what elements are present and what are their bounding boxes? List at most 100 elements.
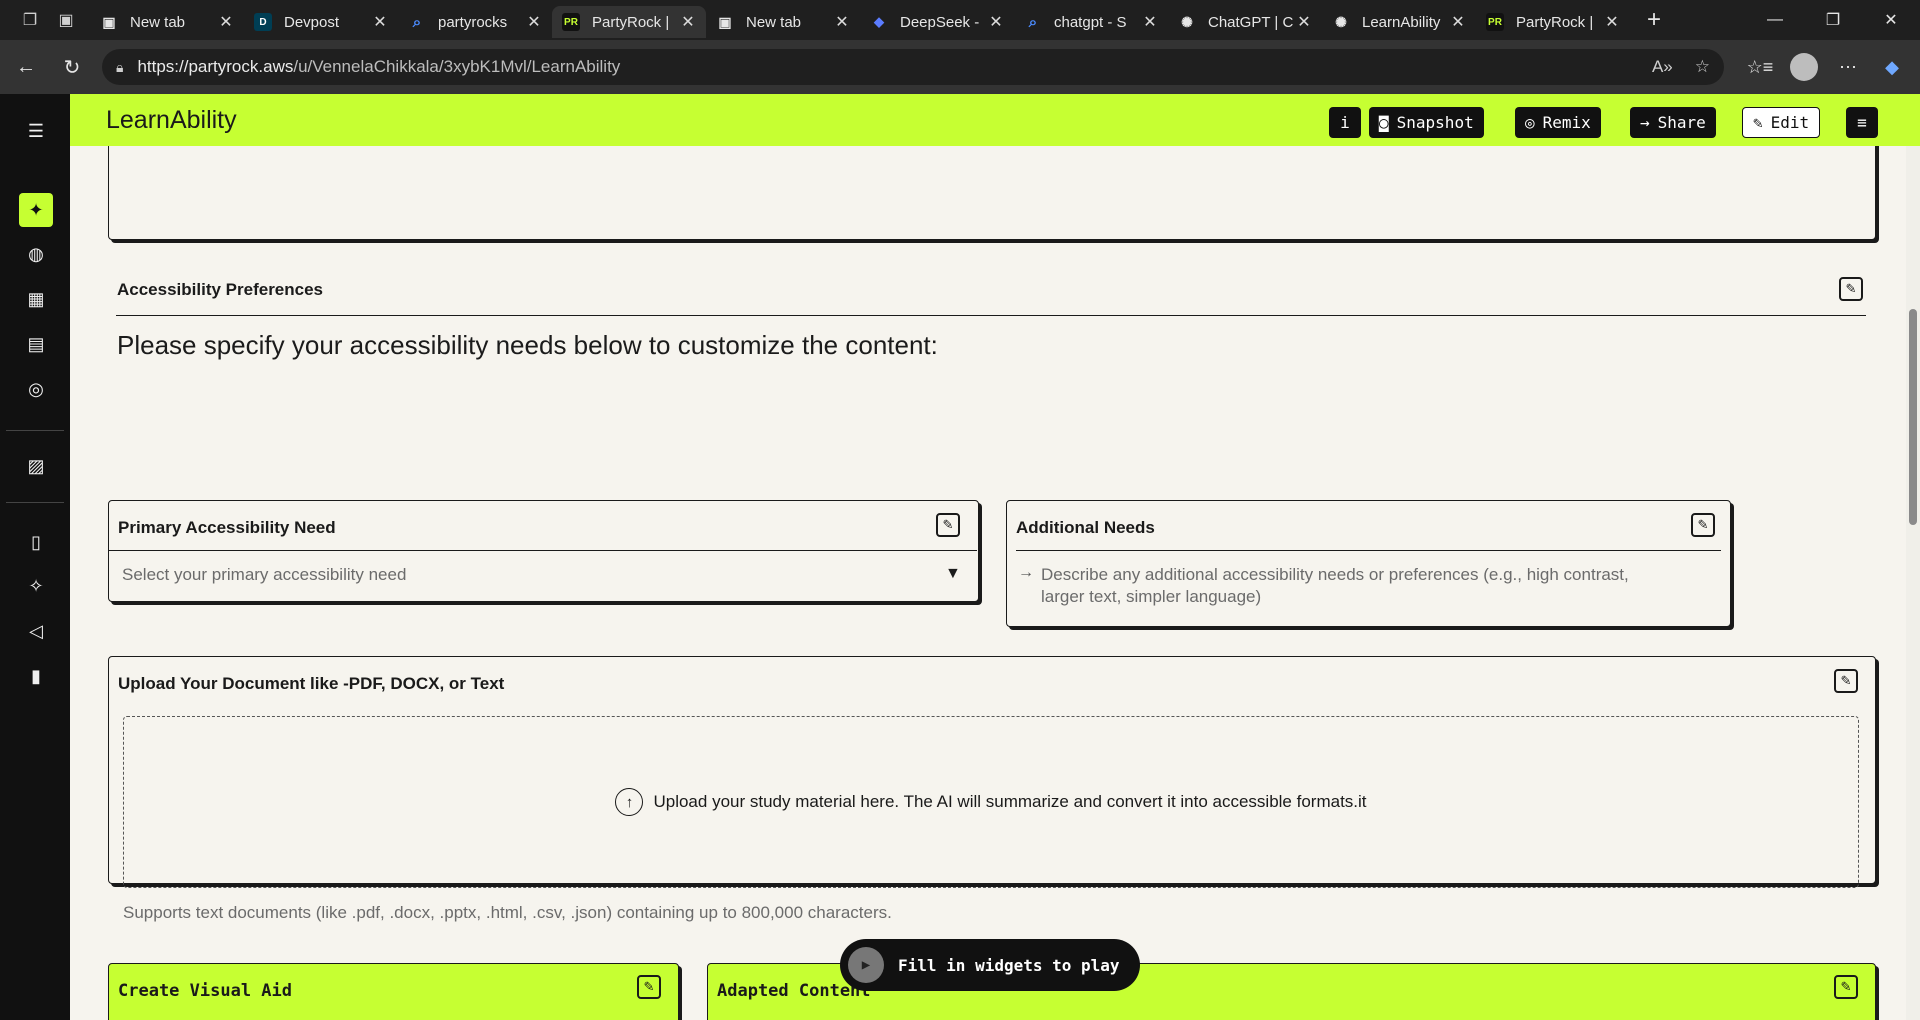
- divider: [1016, 550, 1721, 551]
- address-bar[interactable]: 🔒︎ https://partyrock.aws/u/VennelaChikka…: [102, 49, 1724, 85]
- close-tab-icon[interactable]: ✕: [1296, 12, 1312, 32]
- chatgpt-icon: ✺: [1335, 13, 1347, 30]
- arrow-right-icon: →: [1640, 113, 1650, 132]
- search-icon: ⌕: [412, 13, 422, 31]
- remix-button[interactable]: ◎ Remix: [1515, 107, 1601, 138]
- edit-widget-icon[interactable]: ✎: [1691, 513, 1715, 537]
- browser-tab[interactable]: ▣ New tab ✕: [706, 6, 860, 38]
- remix-icon[interactable]: ◎: [19, 372, 53, 406]
- widget-card-previous: [108, 146, 1876, 240]
- edit-widget-icon[interactable]: ✎: [1834, 975, 1858, 999]
- newtab-icon: ▣: [102, 13, 116, 30]
- partyrock-favicon-icon: PR: [1486, 13, 1504, 31]
- close-tab-icon[interactable]: ✕: [1142, 12, 1158, 32]
- chevron-down-icon[interactable]: ▼: [945, 565, 961, 583]
- camera-icon: ◙: [1379, 113, 1389, 132]
- workspaces-icon[interactable]: ❐: [12, 0, 48, 40]
- app-header: LearnAbility i ◙ Snapshot ◎ Remix → Share ✎…: [70, 94, 1920, 146]
- profile-avatar[interactable]: [1782, 53, 1826, 81]
- restore-icon[interactable]: ❐: [1804, 0, 1862, 40]
- info-button[interactable]: i: [1329, 107, 1361, 138]
- scrollbar-thumb[interactable]: [1909, 309, 1917, 525]
- widget-title: Primary Accessibility Need: [118, 518, 336, 537]
- search-icon: ⌕: [1028, 13, 1038, 31]
- browser-tab-bar: ❐ ▣ ▣ New tab ✕ D Devpost ✕ ⌕ partyrocks ✕ PR Part…: [0, 0, 1920, 40]
- backpack-icon[interactable]: ▤: [19, 327, 53, 361]
- browser-tab[interactable]: ⌕ chatgpt - S ✕: [1014, 6, 1168, 38]
- close-tab-icon[interactable]: ✕: [526, 12, 542, 32]
- newtab-icon: ▣: [718, 13, 732, 30]
- door-icon[interactable]: ▮: [19, 659, 53, 693]
- sparkles-icon[interactable]: ✧: [19, 569, 53, 603]
- browser-tab[interactable]: ◆ DeepSeek - ✕: [860, 6, 1014, 38]
- tab-title: LearnAbility: [1362, 13, 1441, 31]
- minimize-icon[interactable]: —: [1746, 0, 1804, 40]
- placeholder-line: Describe any additional accessibility ne…: [1041, 565, 1629, 584]
- browser-tab[interactable]: ▣ New tab ✕: [90, 6, 244, 38]
- edit-widget-icon[interactable]: ✎: [936, 513, 960, 537]
- hamburger-menu-button[interactable]: ≡: [1846, 107, 1878, 138]
- placeholder-line: larger text, simpler language): [1041, 587, 1262, 606]
- play-icon: ▶: [848, 947, 884, 983]
- back-button[interactable]: ←: [6, 47, 46, 87]
- lock-icon[interactable]: 🔒︎: [116, 59, 123, 76]
- snapshot-button[interactable]: ◙ Snapshot: [1369, 107, 1484, 138]
- primary-need-select[interactable]: Select your primary accessibility need: [122, 565, 406, 585]
- tab-title: partyrocks: [438, 13, 508, 31]
- browser-tab[interactable]: PR PartyRock | ✕: [1476, 6, 1630, 38]
- edit-widget-icon[interactable]: ✎: [1834, 669, 1858, 693]
- upload-dropzone[interactable]: ↑ Upload your study material here. The A…: [123, 716, 1859, 888]
- close-tab-icon[interactable]: ✕: [1604, 12, 1620, 32]
- edit-icon: ✎: [1753, 113, 1763, 132]
- close-tab-icon[interactable]: ✕: [1450, 12, 1466, 32]
- upload-arrow-icon: ↑: [615, 788, 644, 816]
- book-icon[interactable]: ▯: [19, 525, 53, 559]
- layout-icon[interactable]: ▦: [19, 282, 53, 316]
- info-label: i: [1340, 113, 1350, 132]
- read-aloud-icon[interactable]: A»: [1652, 57, 1673, 77]
- vertical-tabs-icon[interactable]: ▣: [48, 0, 84, 40]
- deepseek-icon: ◆: [874, 14, 884, 29]
- close-tab-icon[interactable]: ✕: [680, 12, 696, 32]
- favorite-star-icon[interactable]: ☆: [1695, 57, 1710, 77]
- sidebar-divider: [6, 502, 64, 503]
- edit-widget-icon[interactable]: ✎: [637, 975, 661, 999]
- visual-aid-widget: Create Visual Aid ✎: [108, 963, 679, 1020]
- refresh-button[interactable]: ↻: [52, 47, 92, 87]
- browser-tab[interactable]: ⌕ partyrocks ✕: [398, 6, 552, 38]
- globe-icon[interactable]: ◍: [19, 237, 53, 271]
- more-options-icon[interactable]: ⋯: [1826, 57, 1870, 78]
- browser-tab[interactable]: ✺ ChatGPT | C ✕: [1168, 6, 1322, 38]
- widget-title: Additional Needs: [1016, 518, 1155, 537]
- close-window-icon[interactable]: ✕: [1862, 0, 1920, 40]
- menu-icon[interactable]: ☰: [19, 114, 53, 148]
- magic-wand-icon[interactable]: ✦: [19, 193, 53, 227]
- remix-label: Remix: [1542, 113, 1591, 132]
- additional-needs-input[interactable]: Describe any additional accessibility ne…: [1041, 564, 1721, 608]
- sidebar-divider: [6, 430, 64, 431]
- play-label: Fill in widgets to play: [898, 955, 1120, 975]
- new-tab-button[interactable]: +: [1636, 4, 1672, 36]
- favorites-icon[interactable]: ☆≡: [1738, 57, 1782, 78]
- browser-tab[interactable]: D Devpost ✕: [244, 6, 398, 38]
- browser-tab[interactable]: PR PartyRock | ✕: [552, 6, 706, 38]
- tab-title: PartyRock |: [592, 13, 670, 31]
- close-tab-icon[interactable]: ✕: [834, 12, 850, 32]
- app-canvas: Accessibility Preferences ✎ Please speci…: [70, 146, 1920, 1020]
- megaphone-icon[interactable]: ◁: [19, 614, 53, 648]
- share-button[interactable]: → Share: [1630, 107, 1716, 138]
- image-icon[interactable]: ▨: [19, 449, 53, 483]
- snapshot-label: Snapshot: [1396, 113, 1474, 132]
- edit-widget-icon[interactable]: ✎: [1839, 277, 1863, 301]
- edit-button[interactable]: ✎ Edit: [1742, 107, 1821, 138]
- page-scrollbar[interactable]: [1906, 146, 1920, 1020]
- close-tab-icon[interactable]: ✕: [372, 12, 388, 32]
- close-tab-icon[interactable]: ✕: [218, 12, 234, 32]
- browser-tab[interactable]: ✺ LearnAbility ✕: [1322, 6, 1476, 38]
- share-label: Share: [1657, 113, 1706, 132]
- upload-widget: Upload Your Document like -PDF, DOCX, or…: [108, 656, 1876, 922]
- close-tab-icon[interactable]: ✕: [988, 12, 1004, 32]
- play-button[interactable]: ▶ Fill in widgets to play: [840, 939, 1140, 991]
- copilot-icon[interactable]: ◆: [1870, 57, 1914, 78]
- remix-icon: ◎: [1525, 113, 1535, 132]
